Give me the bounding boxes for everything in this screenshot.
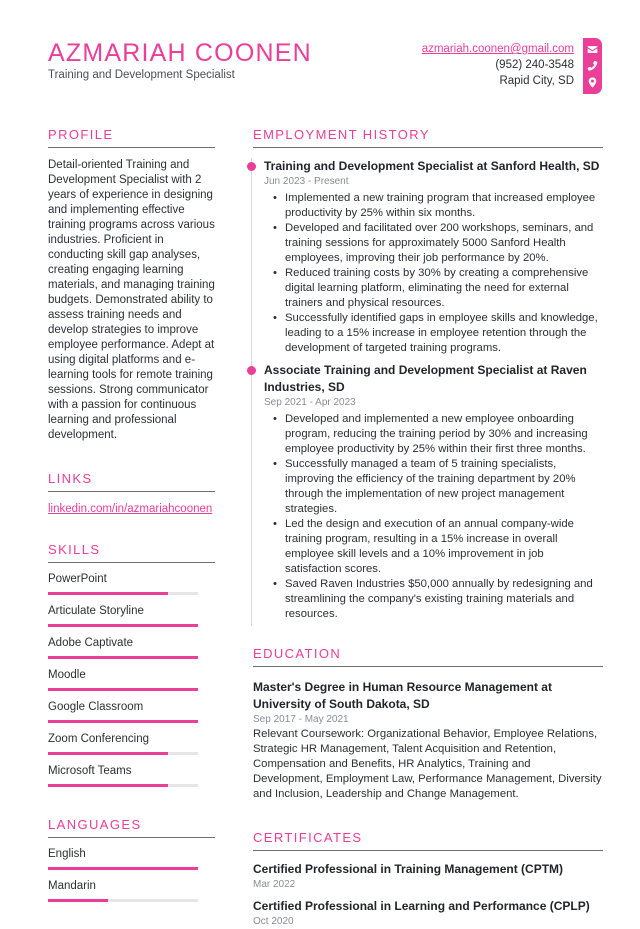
- job-bullet: Reduced training costs by 30% by creatin…: [273, 266, 603, 311]
- envelope-icon: [587, 45, 598, 53]
- language-bar-fill: [48, 867, 198, 870]
- skill-bar: [48, 720, 198, 723]
- skill-bar: [48, 784, 198, 787]
- skill-bar: [48, 624, 198, 627]
- skill-name: Microsoft Teams: [48, 765, 132, 777]
- map-pin-icon: [588, 77, 597, 88]
- certificate-date: Oct 2020: [253, 916, 294, 927]
- job-date: Sep 2021 - Apr 2023: [264, 397, 356, 408]
- skill-bar-fill: [48, 720, 198, 723]
- language-bar: [48, 867, 198, 870]
- certificate-date: Mar 2022: [253, 879, 296, 890]
- skill-item: Articulate Storyline: [48, 604, 215, 627]
- skill-name: PowerPoint: [48, 573, 107, 585]
- phone-number: (952) 240-3548: [495, 59, 574, 71]
- certificates-heading: CERTIFICATES: [253, 830, 603, 851]
- skill-bar: [48, 592, 198, 595]
- languages-section: LANGUAGES English Mandarin: [48, 817, 215, 902]
- skill-bar-fill: [48, 752, 168, 755]
- skill-item: Google Classroom: [48, 700, 215, 723]
- skill-item: Moodle: [48, 668, 215, 691]
- job-bullet: Led the design and execution of an annua…: [273, 517, 603, 577]
- language-name: Mandarin: [48, 880, 96, 892]
- certificate-item: Certified Professional in Learning and P…: [253, 898, 603, 929]
- skill-name: Adobe Captivate: [48, 637, 134, 649]
- contact-info: azmariah.coonen@gmail.com (952) 240-3548…: [422, 41, 574, 89]
- job-entry: Associate Training and Development Speci…: [247, 362, 603, 622]
- contact-icon-strip: [583, 38, 602, 94]
- timeline-dot: [247, 162, 256, 171]
- employment-section: EMPLOYMENT HISTORY Training and Developm…: [247, 127, 603, 626]
- candidate-name: AZMARIAH COONEN: [48, 39, 312, 67]
- language-item: Mandarin: [48, 879, 215, 902]
- profile-section: PROFILE Detail-oriented Training and Dev…: [48, 127, 215, 443]
- left-column: PROFILE Detail-oriented Training and Dev…: [48, 127, 215, 902]
- skill-name: Articulate Storyline: [48, 605, 144, 617]
- language-bar-fill: [48, 899, 108, 902]
- education-heading: EDUCATION: [253, 646, 603, 667]
- job-bullet: Saved Raven Industries $50,000 annually …: [273, 577, 603, 622]
- phone-icon: [587, 61, 598, 72]
- resume-header: AZMARIAH COONEN Training and Development…: [48, 38, 312, 82]
- job-title: Associate Training and Development Speci…: [264, 363, 587, 394]
- profile-heading: PROFILE: [48, 127, 215, 148]
- right-column: EMPLOYMENT HISTORY Training and Developm…: [247, 127, 603, 929]
- job-title: Training and Development Specialist at S…: [264, 159, 600, 173]
- skill-item: PowerPoint: [48, 572, 215, 595]
- language-name: English: [48, 848, 86, 860]
- skill-item: Zoom Conferencing: [48, 732, 215, 755]
- job-bullet: Successfully identified gaps in employee…: [273, 311, 603, 356]
- skill-bar: [48, 688, 198, 691]
- skill-bar-fill: [48, 784, 168, 787]
- skill-bar: [48, 656, 198, 659]
- links-heading: LINKS: [48, 471, 215, 492]
- skill-item: Microsoft Teams: [48, 764, 215, 787]
- language-item: English: [48, 847, 215, 870]
- language-bar: [48, 899, 198, 902]
- timeline-dot: [247, 366, 256, 375]
- email-link[interactable]: azmariah.coonen@gmail.com: [422, 43, 574, 55]
- job-bullet: Successfully managed a team of 5 trainin…: [273, 457, 603, 517]
- location: Rapid City, SD: [499, 75, 574, 87]
- job-bullets: Developed and implemented a new employee…: [253, 412, 603, 622]
- education-title: Master's Degree in Human Resource Manage…: [253, 680, 552, 711]
- skill-bar-fill: [48, 624, 198, 627]
- job-bullet: Implemented a new training program that …: [273, 191, 603, 221]
- skill-name: Google Classroom: [48, 701, 144, 713]
- job-bullets: Implemented a new training program that …: [253, 191, 603, 356]
- job-bullet: Developed and implemented a new employee…: [273, 412, 603, 457]
- skills-section: SKILLS PowerPoint Articulate Storyline A…: [48, 542, 215, 787]
- certificate-title: Certified Professional in Learning and P…: [253, 899, 590, 913]
- job-entry: Training and Development Specialist at S…: [247, 158, 603, 356]
- linkedin-link[interactable]: linkedin.com/in/azmariahcoonen: [48, 502, 215, 517]
- education-date: Sep 2017 - May 2021: [253, 714, 349, 725]
- skill-bar: [48, 752, 198, 755]
- timeline-line: [251, 158, 252, 626]
- skill-item: Adobe Captivate: [48, 636, 215, 659]
- employment-heading: EMPLOYMENT HISTORY: [253, 127, 603, 148]
- education-section: EDUCATION Master's Degree in Human Resou…: [253, 646, 603, 802]
- certificates-section: CERTIFICATES Certified Professional in T…: [253, 830, 603, 929]
- skill-bar-fill: [48, 656, 198, 659]
- job-date: Jun 2023 - Present: [264, 176, 349, 187]
- certificate-title: Certified Professional in Training Manag…: [253, 862, 564, 876]
- candidate-title: Training and Development Specialist: [48, 69, 235, 81]
- job-bullet: Developed and facilitated over 200 works…: [273, 221, 603, 266]
- skills-list: PowerPoint Articulate Storyline Adobe Ca…: [48, 572, 215, 787]
- employment-timeline: Training and Development Specialist at S…: [247, 158, 603, 626]
- certificate-item: Certified Professional in Training Manag…: [253, 861, 603, 892]
- profile-summary: Detail-oriented Training and Development…: [48, 159, 215, 441]
- languages-heading: LANGUAGES: [48, 817, 215, 838]
- skill-bar-fill: [48, 592, 168, 595]
- skill-name: Moodle: [48, 669, 86, 681]
- skill-bar-fill: [48, 688, 198, 691]
- skills-heading: SKILLS: [48, 542, 215, 563]
- links-section: LINKS linkedin.com/in/azmariahcoonen: [48, 471, 215, 517]
- skill-name: Zoom Conferencing: [48, 733, 149, 745]
- education-coursework: Relevant Coursework: Organizational Beha…: [253, 728, 602, 800]
